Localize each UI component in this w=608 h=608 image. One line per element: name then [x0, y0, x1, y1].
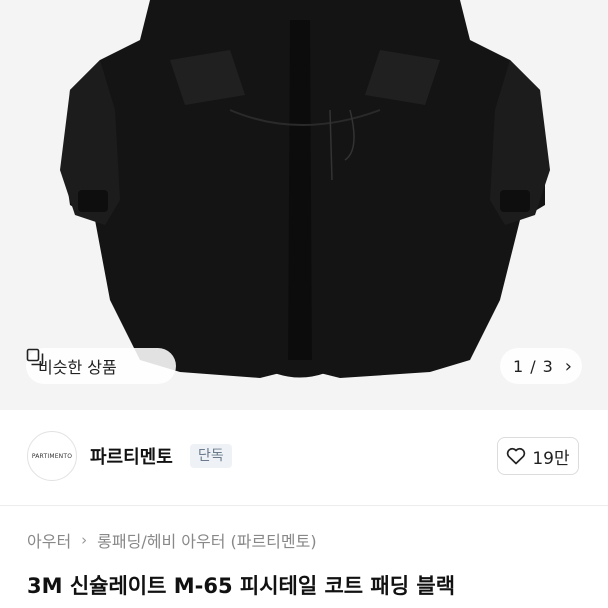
pager-current: 1 [513, 356, 524, 376]
chevron-right-icon[interactable]: › [565, 356, 572, 377]
breadcrumb: 아우터 › 롱패딩/헤비 아우터 (파르티멘토) [27, 528, 317, 552]
image-pager[interactable]: 1 / 3 › [500, 348, 582, 384]
exclusive-badge: 단독 [190, 444, 232, 468]
brand-logo[interactable]: PARTIMENTO [27, 431, 77, 481]
breadcrumb-item-subcategory[interactable]: 롱패딩/헤비 아우터 (파르티멘토) [97, 528, 316, 552]
like-button[interactable]: 19만 [497, 437, 579, 475]
like-count: 19만 [532, 448, 570, 469]
product-title: 3M 신슐레이트 M-65 피시테일 코트 패딩 블랙 [27, 574, 456, 598]
breadcrumb-item-category[interactable]: 아우터 [27, 528, 71, 552]
product-image-carousel[interactable]: 비슷한 상품 1 / 3 › [0, 0, 608, 410]
similar-icon [26, 348, 44, 366]
chevron-right-icon: › [81, 531, 88, 549]
pager-total: 3 [542, 356, 553, 376]
similar-products-button[interactable]: 비슷한 상품 [26, 348, 176, 384]
brand-name[interactable]: 파르티멘토 [90, 443, 173, 469]
similar-products-label: 비슷한 상품 [38, 358, 117, 377]
pager-separator: / [530, 356, 536, 376]
heart-icon [507, 447, 526, 465]
brand-row: PARTIMENTO 파르티멘토 단독 19만 [0, 410, 608, 506]
brand-logo-text: PARTIMENTO [31, 452, 73, 460]
